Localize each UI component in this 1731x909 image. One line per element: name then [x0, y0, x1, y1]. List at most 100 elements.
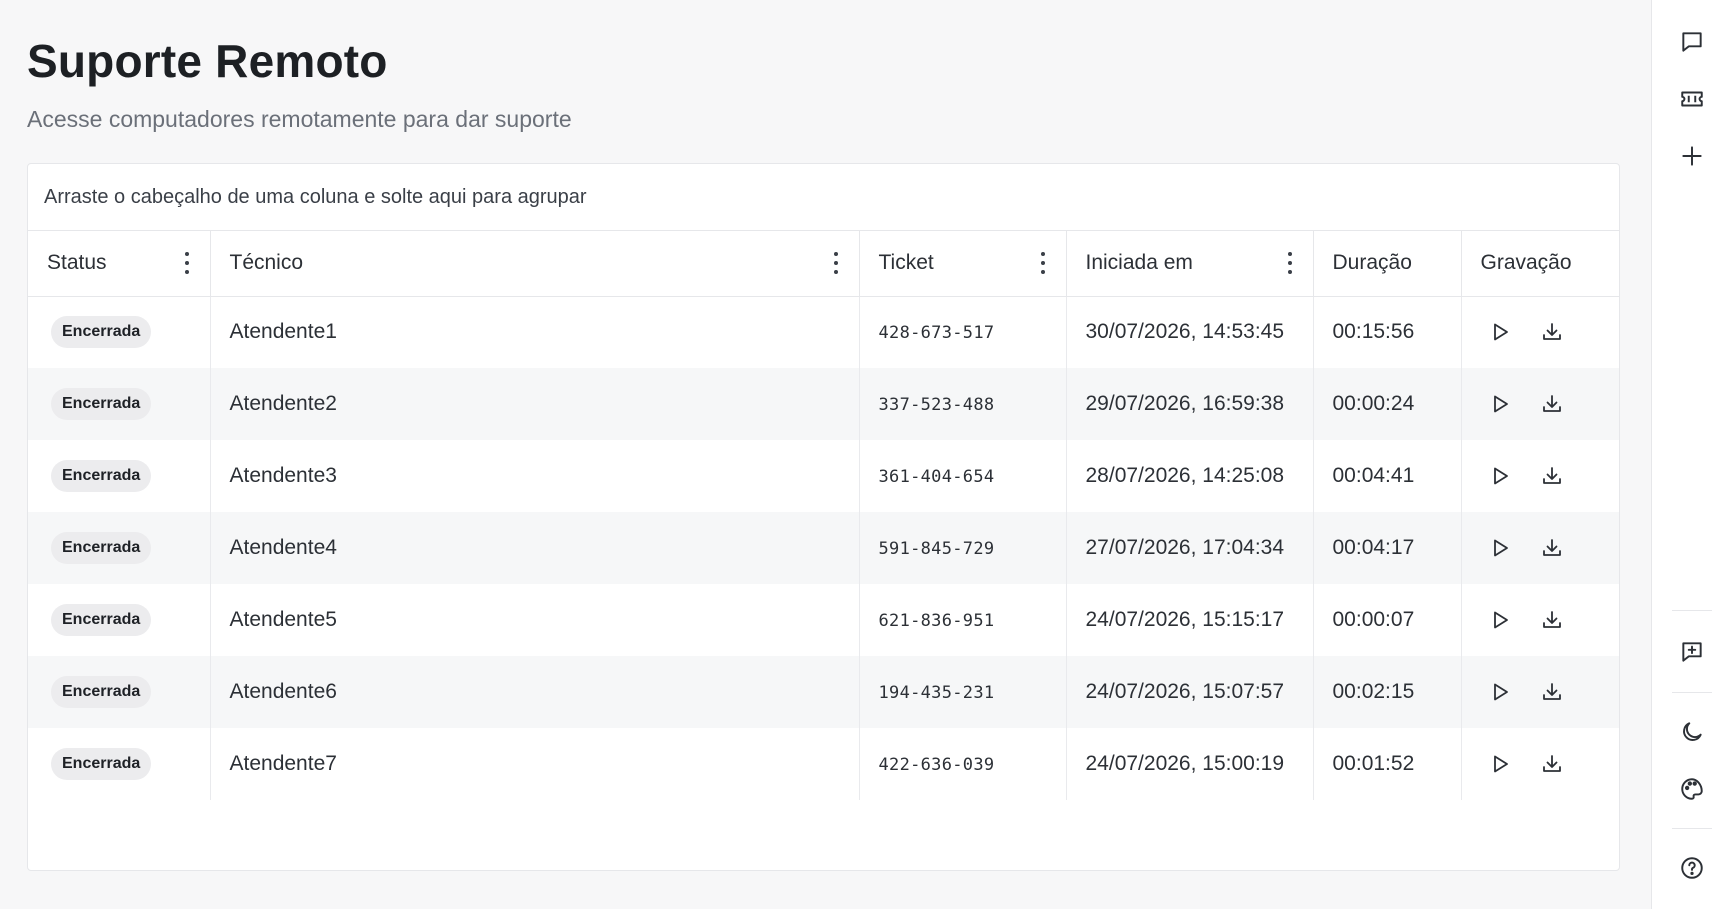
theme-toggle[interactable]	[1676, 716, 1708, 748]
add-button[interactable]	[1676, 140, 1708, 172]
column-header[interactable]: Status	[28, 231, 211, 297]
started-at-cell: 24/07/2026, 15:07:57	[1066, 656, 1314, 728]
ticket-cell: 591-845-729	[859, 512, 1067, 584]
table-row[interactable]: Encerrada Atendente6 194-435-231 24/07/2026…	[28, 656, 1619, 728]
play-icon[interactable]	[1487, 391, 1513, 417]
ticket-cell: 337-523-488	[859, 368, 1067, 440]
plus-icon	[1682, 146, 1702, 166]
group-panel-text: Arraste o cabeçalho de uma coluna e solt…	[44, 185, 587, 208]
column-header[interactable]: Ticket	[859, 231, 1067, 297]
sessions-table: Status Técnico Ticket Iniciada em Duração Gra…	[28, 231, 1619, 800]
technician-cell: Atendente4	[210, 512, 860, 584]
table-row[interactable]: Encerrada Atendente7 422-636-039 24/07/2026…	[28, 728, 1619, 800]
chat-icon	[1682, 32, 1702, 52]
table-row[interactable]: Encerrada Atendente3 361-404-654 28/07/2026…	[28, 440, 1619, 512]
started-at-cell: 24/07/2026, 15:15:17	[1066, 584, 1314, 656]
recording-cell	[1461, 584, 1619, 656]
column-header-label: Ticket	[878, 251, 934, 275]
status-badge: Encerrada	[51, 316, 152, 349]
ticket-cell: 621-836-951	[859, 584, 1067, 656]
palette-icon	[1681, 778, 1703, 800]
page-title: Suporte Remoto	[27, 35, 388, 87]
recording-cell	[1461, 512, 1619, 584]
recording-cell	[1461, 656, 1619, 728]
technician-cell: Atendente6	[210, 656, 860, 728]
right-rail	[1651, 0, 1731, 909]
message-plus-icon	[1682, 642, 1702, 662]
ticket-cell: 361-404-654	[859, 440, 1067, 512]
ticket-code: 621-836-951	[878, 611, 995, 631]
new-message-button[interactable]	[1676, 636, 1708, 668]
column-header-label: Duração	[1332, 251, 1412, 275]
main-content: Suporte Remoto Acesse computadores remot…	[0, 0, 1651, 909]
download-icon[interactable]	[1539, 535, 1565, 561]
technician-cell: Atendente3	[210, 440, 860, 512]
ticket-code: 361-404-654	[878, 467, 995, 487]
started-at-cell: 30/07/2026, 14:53:45	[1066, 296, 1314, 368]
recording-cell	[1461, 728, 1619, 800]
technician-cell: Atendente5	[210, 584, 860, 656]
download-icon[interactable]	[1539, 319, 1565, 345]
status-badge: Encerrada	[51, 748, 152, 780]
page-subtitle: Acesse computadores remotamente para dar…	[27, 106, 572, 132]
download-icon[interactable]	[1539, 607, 1565, 633]
started-at-cell: 29/07/2026, 16:59:38	[1066, 368, 1314, 440]
group-drop-panel[interactable]: Arraste o cabeçalho de uma coluna e solt…	[28, 164, 1619, 231]
rail-divider	[1672, 828, 1712, 829]
download-icon[interactable]	[1539, 463, 1565, 489]
table-row[interactable]: Encerrada Atendente4 591-845-729 27/07/2026…	[28, 512, 1619, 584]
ticket-icon	[1681, 91, 1703, 107]
play-icon[interactable]	[1487, 463, 1513, 489]
status-cell: Encerrada	[28, 728, 211, 800]
column-header-label: Gravação	[1480, 251, 1572, 275]
download-icon[interactable]	[1539, 679, 1565, 705]
palette-button[interactable]	[1676, 773, 1708, 805]
column-header[interactable]: Gravação	[1461, 231, 1619, 297]
started-at-cell: 28/07/2026, 14:25:08	[1066, 440, 1314, 512]
column-menu-icon[interactable]	[1283, 252, 1297, 275]
duration-cell: 00:01:52	[1313, 728, 1462, 800]
sessions-grid: Arraste o cabeçalho de uma coluna e solt…	[27, 163, 1620, 871]
status-badge: Encerrada	[51, 460, 152, 492]
duration-cell: 00:00:24	[1313, 368, 1462, 440]
column-header[interactable]: Duração	[1313, 231, 1462, 297]
play-icon[interactable]	[1487, 607, 1513, 633]
ticket-code: 591-845-729	[878, 539, 995, 559]
technician-cell: Atendente2	[210, 368, 860, 440]
play-icon[interactable]	[1487, 751, 1513, 777]
ticket-code: 194-435-231	[878, 683, 995, 703]
ticket-cell: 422-636-039	[859, 728, 1067, 800]
table-row[interactable]: Encerrada Atendente5 621-836-951 24/07/2026…	[28, 584, 1619, 656]
column-menu-icon[interactable]	[829, 252, 843, 275]
chat-button[interactable]	[1676, 26, 1708, 58]
play-icon[interactable]	[1487, 679, 1513, 705]
ticket-cell: 194-435-231	[859, 656, 1067, 728]
column-header[interactable]: Iniciada em	[1066, 231, 1314, 297]
status-cell: Encerrada	[28, 584, 211, 656]
play-icon[interactable]	[1487, 319, 1513, 345]
download-icon[interactable]	[1539, 391, 1565, 417]
status-cell: Encerrada	[28, 368, 211, 440]
ticket-button[interactable]	[1676, 83, 1708, 115]
play-icon[interactable]	[1487, 535, 1513, 561]
rail-divider	[1672, 610, 1712, 611]
column-header-label: Técnico	[229, 251, 304, 275]
duration-cell: 00:00:07	[1313, 584, 1462, 656]
download-icon[interactable]	[1539, 751, 1565, 777]
technician-cell: Atendente1	[210, 296, 860, 368]
duration-cell: 00:02:15	[1313, 656, 1462, 728]
column-menu-icon[interactable]	[180, 252, 194, 275]
column-menu-icon[interactable]	[1036, 252, 1050, 275]
help-button[interactable]	[1676, 852, 1708, 884]
started-at-cell: 24/07/2026, 15:00:19	[1066, 728, 1314, 800]
column-header[interactable]: Técnico	[210, 231, 860, 297]
status-cell: Encerrada	[28, 440, 211, 512]
status-badge: Encerrada	[51, 604, 152, 636]
ticket-code: 422-636-039	[878, 755, 995, 775]
table-row[interactable]: Encerrada Atendente2 337-523-488 29/07/2026…	[28, 368, 1619, 440]
recording-cell	[1461, 296, 1619, 368]
ticket-code: 337-523-488	[878, 395, 995, 415]
status-cell: Encerrada	[28, 296, 211, 368]
technician-cell: Atendente7	[210, 728, 860, 800]
table-row[interactable]: Encerrada Atendente1 428-673-517 30/07/2026…	[28, 296, 1619, 368]
